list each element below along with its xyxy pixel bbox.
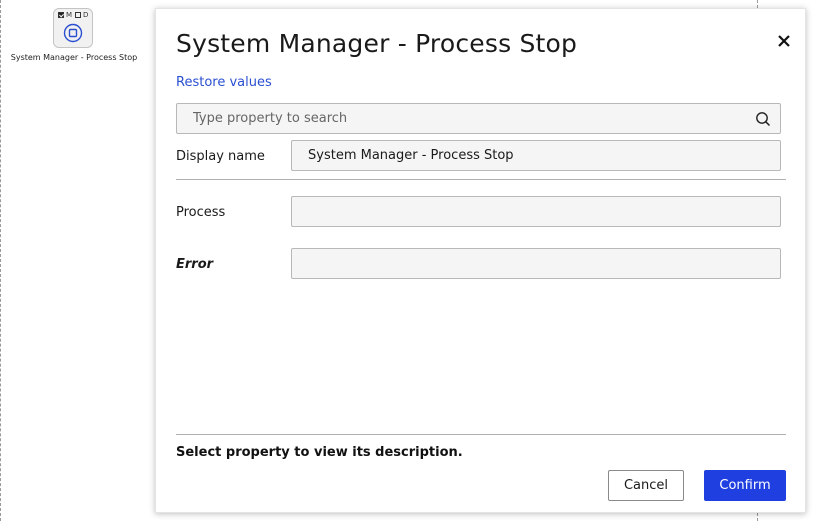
dialog-title: System Manager - Process Stop: [176, 29, 578, 58]
flag-d-label: D: [83, 11, 89, 19]
process-label: Process: [176, 205, 226, 220]
display-name-field[interactable]: System Manager - Process Stop: [291, 140, 781, 171]
section-divider: [176, 179, 786, 180]
display-name-label: Display name: [176, 149, 265, 164]
stop-circle-icon: [63, 23, 83, 43]
properties-dialog: System Manager - Process Stop Restore va…: [155, 8, 806, 513]
property-description: Select property to view its description.: [176, 445, 463, 460]
error-label: Error: [176, 257, 214, 272]
checkbox-unchecked-icon[interactable]: [75, 12, 82, 18]
confirm-button[interactable]: Confirm: [704, 470, 786, 501]
search-icon[interactable]: [755, 111, 771, 127]
node-flags: M D: [58, 11, 91, 19]
close-icon[interactable]: [774, 31, 794, 51]
checkbox-checked-icon[interactable]: [58, 12, 64, 18]
property-search-input[interactable]: [177, 104, 747, 133]
description-divider: [176, 434, 786, 435]
activity-node[interactable]: M D: [53, 8, 93, 48]
activity-node-label: System Manager - Process Stop: [10, 53, 138, 62]
process-field[interactable]: [291, 196, 781, 227]
property-search: [176, 103, 781, 134]
workflow-canvas[interactable]: M D System Manager - Process Stop System…: [0, 0, 814, 521]
canvas-left-border: [0, 0, 1, 521]
cancel-button[interactable]: Cancel: [608, 470, 684, 501]
restore-values-link[interactable]: Restore values: [176, 75, 272, 90]
flag-m-label: M: [66, 11, 73, 19]
error-field[interactable]: [291, 248, 781, 279]
